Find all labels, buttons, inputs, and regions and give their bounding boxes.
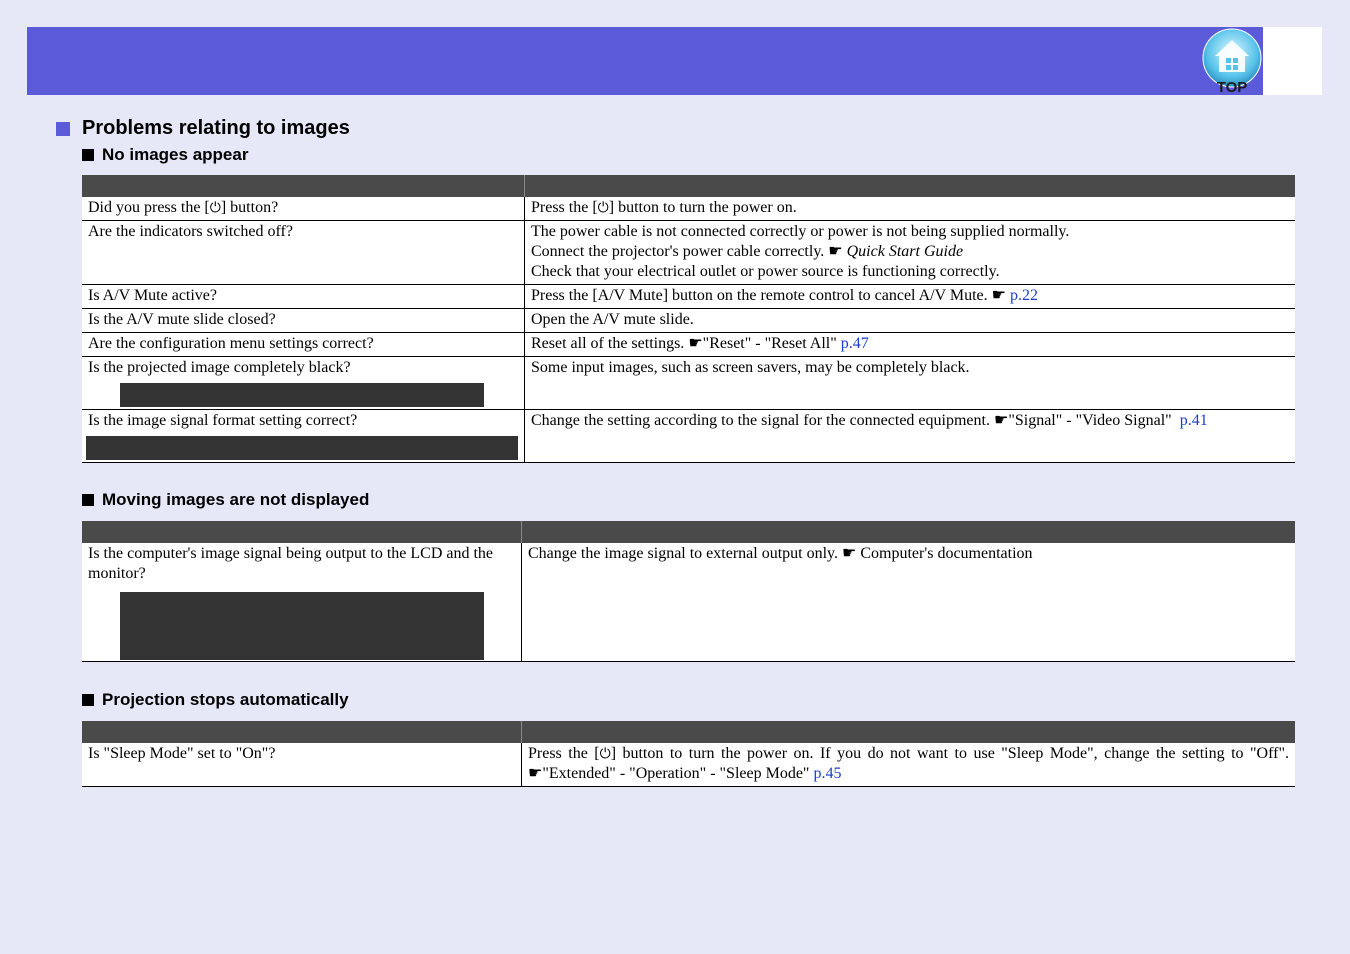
quick-start-guide-ref: Quick Start Guide [846, 243, 964, 260]
check-cell: Did you press the [⏻] button? [82, 197, 525, 221]
table-header-remedy [524, 175, 1295, 197]
table-row: Did you press the [⏻] button? Press the … [82, 197, 1295, 221]
pointer-icon: ☛ [688, 335, 703, 352]
note-box [120, 592, 484, 660]
check-cell: Is the computer's image signal being out… [82, 543, 522, 662]
page-link-41[interactable]: p.41 [1180, 412, 1208, 429]
header-corner [1263, 27, 1322, 95]
pointer-icon: ☛ [842, 545, 857, 562]
power-icon: ⏻ [209, 200, 221, 216]
pointer-icon: ☛ [991, 287, 1006, 304]
remedy-cell: Some input images, such as screen savers… [524, 356, 1295, 410]
remedy-cell: Reset all of the settings. ☛"Reset" - "R… [524, 332, 1295, 357]
table-header-check [82, 521, 522, 543]
subsection-title-moving: Moving images are not displayed [82, 490, 369, 510]
power-icon: ⏻ [599, 746, 611, 762]
check-cell: Is the A/V mute slide closed? [82, 308, 525, 333]
pointer-icon: ☛ [828, 243, 843, 260]
remedy-cell: Press the [⏻] button to turn the power o… [524, 197, 1295, 221]
note-box [86, 436, 518, 460]
table-row: Are the indicators switched off? The pow… [82, 220, 1295, 285]
page-link-22[interactable]: p.22 [1010, 287, 1038, 304]
header-band [27, 27, 1263, 95]
remedy-cell: The power cable is not connected correct… [524, 220, 1295, 285]
table-row: Is "Sleep Mode" set to "On"? Press the [… [82, 743, 1295, 787]
check-cell: Are the indicators switched off? [82, 220, 525, 285]
subsection-title-stops: Projection stops automatically [82, 690, 349, 710]
check-cell: Is "Sleep Mode" set to "On"? [82, 743, 522, 787]
subsection-title-no-images: No images appear [82, 145, 248, 165]
moving-images-table: Is the computer's image signal being out… [82, 521, 1295, 662]
page-link-45[interactable]: p.45 [813, 765, 841, 782]
check-cell: Is the projected image completely black? [82, 356, 525, 410]
note-box [120, 383, 484, 407]
table-row: Is the A/V mute slide closed? Open the A… [82, 308, 1295, 333]
table-row: Is the computer's image signal being out… [82, 543, 1295, 662]
bullet-square-icon [82, 694, 94, 706]
table-row: Are the configuration menu settings corr… [82, 332, 1295, 357]
power-icon: ⏻ [597, 200, 609, 216]
top-label: TOP [1217, 79, 1248, 94]
check-cell: Is the image signal format setting corre… [82, 409, 525, 463]
bullet-square-icon [82, 494, 94, 506]
page-link-47[interactable]: p.47 [841, 335, 869, 352]
remedy-cell: Change the image signal to external outp… [521, 543, 1295, 662]
table-header-check [82, 175, 525, 197]
remedy-cell: Press the [A/V Mute] button on the remot… [524, 284, 1295, 309]
section-title: Problems relating to images [56, 117, 350, 140]
bullet-square-icon [82, 149, 94, 161]
pointer-icon: ☛ [528, 765, 543, 782]
check-cell: Is A/V Mute active? [82, 284, 525, 309]
remedy-cell: Press the [⏻] button to turn the power o… [521, 743, 1295, 787]
table-header-remedy [521, 721, 1295, 743]
remedy-cell: Open the A/V mute slide. [524, 308, 1295, 333]
no-images-table: Did you press the [⏻] button? Press the … [82, 175, 1295, 463]
top-button[interactable]: TOP [1201, 28, 1263, 94]
check-cell: Are the configuration menu settings corr… [82, 332, 525, 357]
table-row: Is A/V Mute active? Press the [A/V Mute]… [82, 284, 1295, 309]
remedy-cell: Change the setting according to the sign… [524, 409, 1295, 463]
table-row: Is the image signal format setting corre… [82, 409, 1295, 463]
section-bullet-icon [56, 121, 70, 136]
table-row: Is the projected image completely black?… [82, 356, 1295, 410]
table-header-remedy [521, 521, 1295, 543]
table-header-check [82, 721, 522, 743]
pointer-icon: ☛ [993, 412, 1009, 429]
projection-stops-table: Is "Sleep Mode" set to "On"? Press the [… [82, 721, 1295, 787]
